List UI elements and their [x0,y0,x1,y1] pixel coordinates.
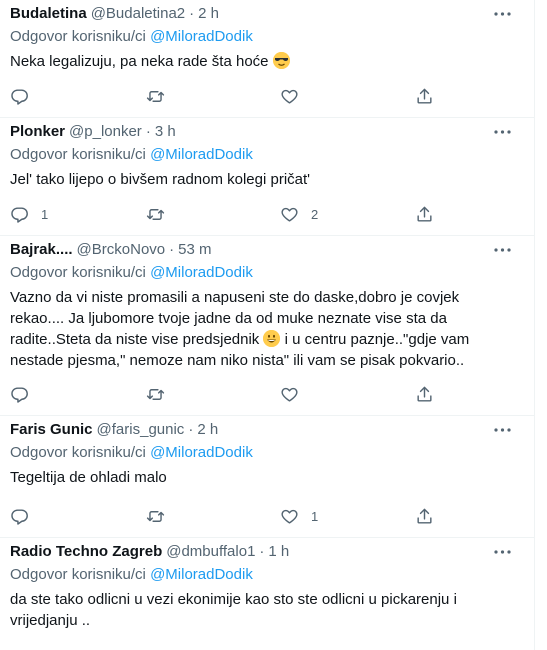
reply-count: 1 [41,207,49,222]
timestamp[interactable]: 1 h [268,542,289,562]
tweet-actions [0,385,534,405]
timestamp[interactable]: 53 m [178,240,211,260]
retweet-button[interactable] [146,87,165,106]
reply-context: Odgovor korisniku/ci @MiloradDodik [10,263,524,283]
author-handle[interactable]: @dmbuffalo1 [166,542,255,562]
reply-button[interactable] [10,507,29,526]
sunglasses-emoji-icon [272,52,290,69]
reply-context: Odgovor korisniku/ci @MiloradDodik [10,565,524,585]
mention-link[interactable]: @MiloradDodik [150,28,253,45]
tweet-header: Budaletina @Budaletina2 · 2 h [10,4,524,24]
reply-button[interactable]: 1 [10,205,48,224]
tweet[interactable]: Radio Techno Zagreb @dmbuffalo1 · 1 h Od… [0,538,534,650]
heart-icon [281,509,298,524]
share-icon [417,508,432,524]
author-name[interactable]: Radio Techno Zagreb [10,542,162,562]
reply-context: Odgovor korisniku/ci @MiloradDodik [10,145,524,165]
reply-button[interactable] [10,87,29,106]
share-icon [417,386,432,402]
more-options-icon[interactable] [492,242,512,258]
reply-prefix: Odgovor korisniku/ci [10,264,146,281]
retweet-icon [146,389,165,400]
retweet-icon [146,511,165,522]
like-count: 1 [311,509,319,524]
tweet[interactable]: Bajrak.... @BrckoNovo · 53 m Odgovor kor… [0,236,534,416]
tweet-actions [0,87,534,107]
more-options-icon[interactable] [492,544,512,560]
like-button[interactable] [280,385,299,404]
mention-link[interactable]: @MiloradDodik [150,566,253,583]
author-handle[interactable]: @Budaletina2 [91,4,185,24]
like-button[interactable] [280,87,299,106]
reply-icon [11,387,28,403]
author-handle[interactable]: @faris_gunic [97,420,185,440]
tweet-header: Faris Gunic @faris_gunic · 2 h [10,420,524,440]
reply-prefix: Odgovor korisniku/ci [10,146,146,163]
tweet-text: Tegeltija de ohladi malo [10,469,167,486]
mention-link[interactable]: @MiloradDodik [150,444,253,461]
like-button[interactable]: 2 [280,205,318,224]
tweet-text: da ste tako odlicni u vezi ekonimije kao… [10,591,457,629]
reply-icon [11,89,28,105]
tweet[interactable]: Plonker @p_lonker · 3 h Odgovor korisnik… [0,118,534,236]
separator-dot: · [189,5,195,22]
reply-button[interactable] [10,385,29,404]
tweet-text: Neka legalizuju, pa neka rade šta hoće [10,51,500,72]
reply-icon [11,509,28,525]
tweet-header: Radio Techno Zagreb @dmbuffalo1 · 1 h [10,542,524,562]
retweet-button[interactable] [146,385,165,404]
author-name[interactable]: Plonker [10,122,65,142]
reply-context: Odgovor korisniku/ci @MiloradDodik [10,27,524,47]
retweet-icon [146,91,165,102]
mention-link[interactable]: @MiloradDodik [150,146,253,163]
more-options-icon[interactable] [492,6,512,22]
share-button[interactable] [415,385,434,404]
separator-dot: · [259,543,265,560]
tweet-text-content: Neka legalizuju, pa neka rade šta hoće [10,53,269,70]
retweet-button[interactable] [146,205,165,224]
reply-feed: Budaletina @Budaletina2 · 2 h Odgovor ko… [0,0,535,650]
author-handle[interactable]: @p_lonker [69,122,142,142]
author-name[interactable]: Budaletina [10,4,87,24]
timestamp[interactable]: 3 h [155,122,176,142]
tweet-text: Jel' tako lijepo o bivšem radnom kolegi … [10,171,311,188]
heart-icon [281,207,298,222]
tweet-text: Vazno da vi niste promasili a napuseni s… [10,287,500,371]
tweet-actions: 1 2 [0,205,534,225]
share-button[interactable] [415,87,434,106]
like-count: 2 [311,207,319,222]
reply-context: Odgovor korisniku/ci @MiloradDodik [10,443,524,463]
reply-prefix: Odgovor korisniku/ci [10,28,146,45]
retweet-icon [146,209,165,220]
timestamp[interactable]: 2 h [198,4,219,24]
separator-dot: · [169,241,175,258]
author-handle[interactable]: @BrckoNovo [77,240,166,260]
tweet-header: Bajrak.... @BrckoNovo · 53 m [10,240,524,260]
separator-dot: · [145,123,151,140]
like-button[interactable]: 1 [280,507,318,526]
mention-link[interactable]: @MiloradDodik [150,264,253,281]
reply-prefix: Odgovor korisniku/ci [10,444,146,461]
author-name[interactable]: Faris Gunic [10,420,93,440]
heart-icon [281,89,298,104]
reply-prefix: Odgovor korisniku/ci [10,566,146,583]
retweet-button[interactable] [146,507,165,526]
more-options-icon[interactable] [492,422,512,438]
more-options-icon[interactable] [492,124,512,140]
author-name[interactable]: Bajrak.... [10,240,73,260]
tweet-header: Plonker @p_lonker · 3 h [10,122,524,142]
heart-icon [281,387,298,402]
reply-icon [11,207,28,223]
tweet-actions: 1 [0,507,534,527]
timestamp[interactable]: 2 h [197,420,218,440]
share-button[interactable] [415,507,434,526]
share-icon [417,206,432,222]
tweet[interactable]: Budaletina @Budaletina2 · 2 h Odgovor ko… [0,0,534,118]
share-button[interactable] [415,205,434,224]
share-icon [417,88,432,104]
tweet[interactable]: Faris Gunic @faris_gunic · 2 h Odgovor k… [0,416,534,538]
grinning-face-emoji-icon [263,330,281,347]
separator-dot: · [188,421,194,438]
